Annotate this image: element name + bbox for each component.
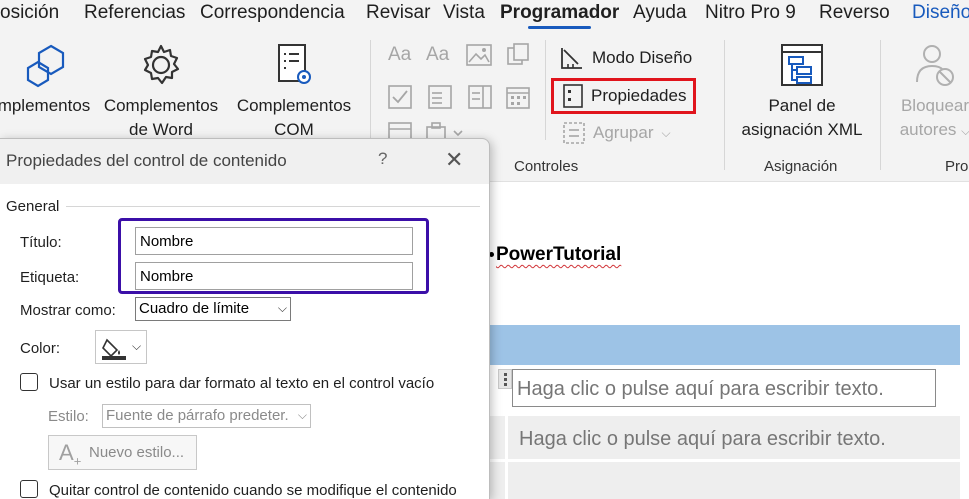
estilo-select[interactable]: Fuente de párrafo predeter. ⌵ (102, 404, 311, 428)
tab-nitro-pro[interactable]: Nitro Pro 9 (705, 2, 796, 24)
panel-asignacion-xml-button[interactable]: Panel de asignación XML (734, 42, 870, 142)
agrupar-button[interactable]: Agrupar ⌵ (563, 122, 671, 144)
xml-mapping-pane-icon (781, 44, 823, 86)
panel-label-2: asignación XML (741, 120, 863, 139)
complementos-com-button[interactable]: Complementos COM (230, 42, 358, 142)
asignacion-group-label: Asignación (764, 158, 838, 175)
group-icon (563, 122, 585, 144)
tab-revisar[interactable]: Revisar (366, 2, 430, 24)
panel-label-1: Panel de (768, 96, 836, 115)
complementos-com-label-1: Complementos (236, 96, 352, 115)
agrupar-label: Agrupar (593, 123, 654, 142)
usar-estilo-label: Usar un estilo para dar formato al texto… (49, 375, 435, 392)
mostrar-como-label: Mostrar como: (20, 302, 116, 319)
complementos-button[interactable]: mplementos (0, 42, 93, 118)
paint-bucket-icon (102, 338, 126, 360)
content-control-handle[interactable] (498, 369, 512, 389)
controles-group-label: Controles (514, 158, 579, 175)
design-mode-icon (561, 48, 582, 69)
estilo-value: Fuente de párrafo predeter. (106, 407, 289, 424)
bloquear-label-1: Bloquear (900, 96, 969, 115)
usar-estilo-checkbox[interactable] (20, 373, 38, 391)
combo-box-control-icon[interactable] (428, 85, 452, 109)
estilo-label: Estilo: (48, 408, 89, 425)
bloquear-autores-button[interactable]: Bloquear autores ⌵ (890, 42, 969, 143)
help-button[interactable]: ? (378, 149, 387, 169)
chevron-down-icon: ⌵ (961, 124, 969, 138)
table-row (490, 462, 960, 499)
complementos-word-button[interactable]: Complementos de Word (98, 42, 224, 142)
plain-text-control-icon[interactable]: Aa (426, 44, 449, 66)
nuevo-estilo-label: Nuevo estilo... (89, 444, 185, 461)
tab-diseno[interactable]: Diseño (912, 2, 969, 24)
gear-icon (143, 44, 180, 85)
date-picker-control-icon[interactable] (506, 85, 530, 109)
content-control-placeholder[interactable]: Haga clic o pulse aquí para escribir tex… (512, 369, 936, 407)
checkbox-control-icon[interactable] (388, 85, 412, 109)
chevron-down-icon: ⌵ (132, 339, 142, 353)
color-picker-button[interactable]: ⌵ (95, 330, 147, 364)
section-divider (66, 206, 480, 207)
document-gear-icon (278, 44, 311, 84)
group-separator (545, 40, 546, 140)
mostrar-como-select[interactable]: Cuadro de límite ⌵ (135, 297, 291, 321)
quitar-control-label: Quitar control de contenido cuando se mo… (49, 482, 457, 499)
chevron-down-icon: ⌵ (661, 125, 671, 140)
etiqueta-label: Etiqueta: (20, 269, 80, 286)
block-authors-icon (916, 45, 954, 86)
complementos-word-label-1: Complementos (103, 96, 219, 115)
tab-referencias[interactable]: Referencias (84, 2, 185, 24)
hexagon-addin-icon (26, 44, 65, 88)
nuevo-estilo-button[interactable]: A+ Nuevo estilo... (48, 435, 197, 470)
tab-correspondencia[interactable]: Correspondencia (200, 2, 345, 24)
group-separator (724, 40, 725, 170)
pro-group-label: Pro (945, 158, 969, 175)
tab-ayuda[interactable]: Ayuda (633, 2, 687, 24)
group-separator (880, 40, 881, 170)
modo-diseno-label: Modo Diseño (592, 48, 693, 67)
modo-diseno-button[interactable]: Modo Diseño (560, 46, 692, 70)
general-section-label: General (6, 198, 60, 215)
dropdown-list-control-icon[interactable] (468, 85, 492, 109)
titulo-label: Título: (20, 234, 62, 251)
row-divider (490, 459, 960, 462)
ribbon-tab-bar: osición Referencias Correspondencia Revi… (0, 0, 969, 30)
new-style-icon: A+ (59, 440, 82, 469)
rich-text-control-icon[interactable]: Aa (388, 44, 411, 66)
document-title[interactable]: PowerTutorial (496, 244, 621, 266)
tab-reverso[interactable]: Reverso (819, 2, 890, 24)
table-cell-placeholder[interactable]: Haga clic o pulse aquí para escribir tex… (519, 428, 886, 451)
tab-programador[interactable]: Programador (500, 2, 619, 29)
dialog-title: Propiedades del control de contenido (6, 151, 287, 170)
tab-vista[interactable]: Vista (443, 2, 485, 24)
fields-highlight (118, 218, 429, 294)
close-button[interactable]: ✕ (445, 147, 463, 173)
picture-control-icon[interactable] (466, 44, 492, 66)
tab-disposicion[interactable]: osición (0, 2, 59, 24)
propiedades-highlight (551, 78, 696, 114)
building-block-icon[interactable] (506, 42, 530, 66)
quitar-control-checkbox[interactable] (20, 480, 38, 498)
cell-divider (505, 459, 508, 499)
chevron-down-icon: ⌵ (297, 408, 307, 422)
complementos-label: mplementos (0, 96, 91, 115)
chevron-down-icon: ⌵ (277, 301, 287, 315)
color-label: Color: (20, 340, 61, 357)
mostrar-como-value: Cuadro de límite (139, 300, 250, 317)
bloquear-label-2: autores ⌵ (899, 120, 969, 139)
table-header-row (490, 325, 960, 365)
